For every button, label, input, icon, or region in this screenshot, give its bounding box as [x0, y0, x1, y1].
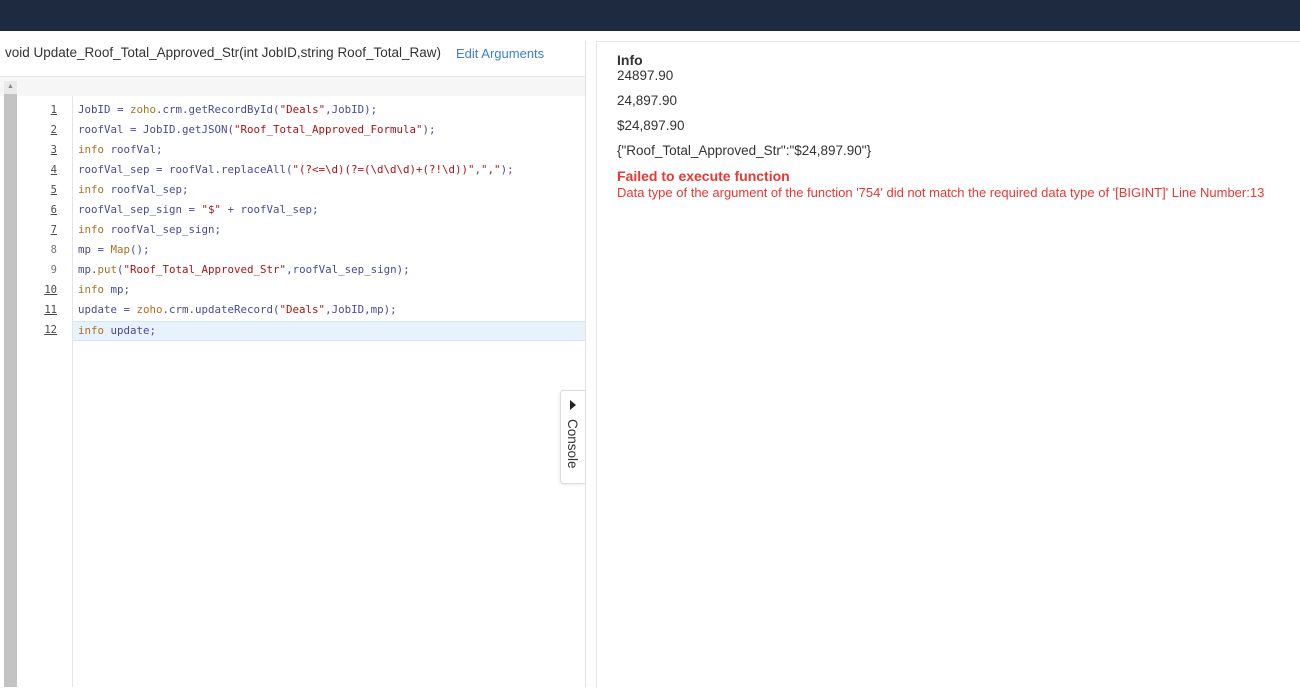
code-token: mp =	[78, 243, 111, 256]
code-token: info	[78, 283, 105, 296]
line-number: 6	[50, 204, 57, 216]
code-line[interactable]: info roofVal_sep;	[78, 180, 189, 200]
code-line[interactable]: info mp;	[78, 280, 130, 300]
code-line[interactable]: roofVal_sep = roofVal.replaceAll("(?<=\d…	[78, 160, 514, 180]
code-editor[interactable]: JobID = zoho.crm.getRecordById("Deals",J…	[73, 96, 585, 687]
line-number-gutter: 1 2 3 4 5 6 7 8 9 10 11 12	[17, 96, 73, 687]
code-token: JobID	[78, 103, 111, 116]
output-line: {"Roof_Total_Approved_Str":"$24,897.90"}	[617, 143, 872, 158]
output-panel	[596, 41, 1300, 688]
line-number: 12	[44, 324, 57, 336]
code-token: info	[78, 223, 105, 236]
output-line: 24897.90	[617, 68, 674, 83]
top-navigation-bar	[0, 0, 1300, 31]
scrollbar-thumb[interactable]	[4, 94, 17, 687]
console-toggle-tab[interactable]: Console	[560, 390, 585, 484]
code-token: zoho	[136, 303, 163, 316]
code-token: info	[78, 183, 105, 196]
line-number: 7	[50, 224, 57, 236]
output-line: $24,897.90	[617, 118, 685, 133]
code-token: roofVal_sep_sign =	[78, 203, 202, 216]
code-token: .crm.getRecordById(	[156, 103, 280, 116]
code-line[interactable]: JobID = zoho.crm.getRecordById("Deals",J…	[78, 100, 377, 120]
console-tab-label: Console	[565, 419, 580, 469]
code-token: roofVal_sep;	[104, 183, 189, 196]
code-token: );	[422, 123, 436, 136]
output-line: 24,897.90	[617, 93, 678, 108]
code-line[interactable]: roofVal = JobID.getJSON("Roof_Total_Appr…	[78, 120, 436, 140]
code-token: .crm.updateRecord(	[162, 303, 280, 316]
line-number: 4	[50, 164, 57, 176]
line-number: 9	[50, 264, 57, 276]
pane-divider[interactable]	[585, 41, 586, 687]
error-message: Data type of the argument of the functio…	[617, 185, 1265, 200]
code-line[interactable]: roofVal_sep_sign = "$" + roofVal_sep;	[78, 200, 319, 220]
output-title: Info	[617, 52, 643, 68]
code-token: roofVal = JobID.getJSON(	[78, 123, 235, 136]
code-token: + roofVal_sep;	[221, 203, 319, 216]
edit-arguments-link[interactable]: Edit Arguments	[456, 46, 544, 61]
line-number: 8	[50, 244, 57, 256]
code-token: ();	[130, 243, 150, 256]
code-token: "$"	[201, 203, 222, 216]
function-signature: void Update_Roof_Total_Approved_Str(int …	[5, 45, 441, 60]
code-token: ","	[481, 163, 501, 176]
code-line[interactable]: mp.put("Roof_Total_Approved_Str",roofVal…	[78, 260, 410, 280]
code-token: "Roof_Total_Approved_Formula"	[234, 123, 423, 136]
code-line-active[interactable]: info update;	[73, 321, 585, 341]
line-number: 3	[50, 144, 57, 156]
error-title: Failed to execute function	[617, 168, 790, 184]
line-number: 5	[50, 184, 57, 196]
code-line[interactable]: mp = Map();	[78, 240, 150, 260]
code-token: roofVal_sep_sign;	[104, 223, 222, 236]
line-number: 2	[50, 124, 57, 136]
code-line[interactable]: info roofVal_sep_sign;	[78, 220, 221, 240]
line-number: 1	[50, 104, 57, 116]
editor-toolbar	[0, 77, 586, 96]
line-number: 10	[44, 284, 57, 296]
code-token: info	[78, 324, 105, 337]
code-token: update;	[104, 324, 157, 337]
code-token: info	[78, 143, 105, 156]
code-line[interactable]: update = zoho.crm.updateRecord("Deals",J…	[78, 300, 397, 320]
scroll-up-arrow-icon[interactable]: ▲	[4, 81, 17, 93]
code-token: put	[97, 263, 118, 276]
code-token: );	[500, 163, 514, 176]
code-token: "Roof_Total_Approved_Str"	[123, 263, 287, 276]
code-token: mp;	[104, 283, 131, 296]
code-token: ,JobID,mp);	[325, 303, 397, 316]
code-token: roofVal_sep = roofVal.replaceAll(	[78, 163, 293, 176]
code-token: ,roofVal_sep_sign);	[286, 263, 410, 276]
code-token: mp.	[78, 263, 98, 276]
code-token: ,JobID);	[325, 103, 378, 116]
code-token: "Deals"	[279, 303, 326, 316]
code-token: update =	[78, 303, 137, 316]
code-token: "Deals"	[279, 103, 326, 116]
code-token: zoho	[130, 103, 157, 116]
code-token: Map	[110, 243, 131, 256]
code-token: roofVal;	[104, 143, 163, 156]
line-number: 11	[44, 304, 57, 316]
code-line[interactable]: info roofVal;	[78, 140, 163, 160]
code-token: =	[110, 103, 131, 116]
code-token: "(?<=\d)(?=(\d\d\d)+(?!\d))"	[292, 163, 475, 176]
expand-arrow-icon	[570, 400, 576, 410]
